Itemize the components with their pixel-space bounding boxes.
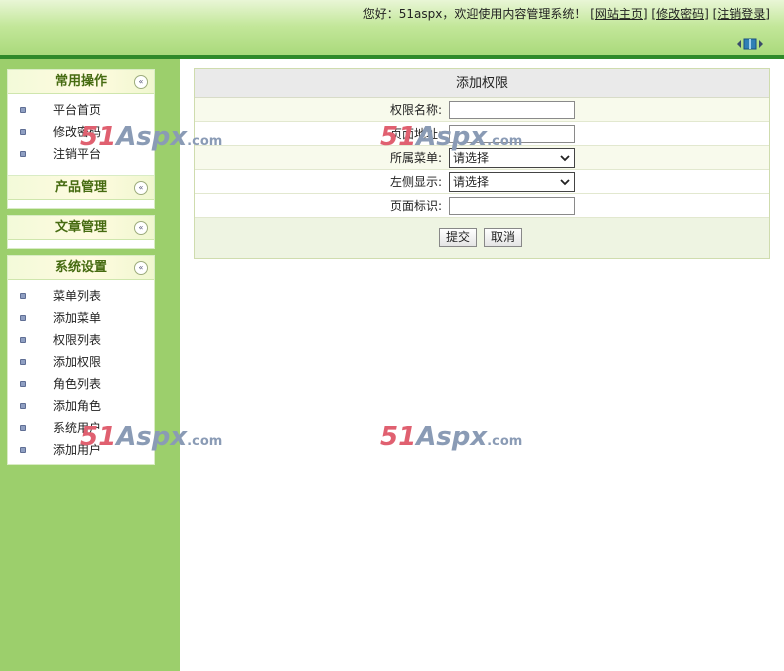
sidebar-item-role-list[interactable]: 角色列表 <box>8 373 154 395</box>
bullet-icon <box>20 425 26 431</box>
field-label: 页面地址: <box>389 127 442 141</box>
sidebar-item-add-user[interactable]: 添加用户 <box>8 439 154 461</box>
sidebar-section-products: 产品管理 « <box>7 175 155 209</box>
section-title: 产品管理 <box>54 180 107 195</box>
bullet-icon <box>20 447 26 453</box>
form-title: 添加权限 <box>195 69 769 98</box>
sidebar-section-articles: 文章管理 « <box>7 215 155 249</box>
bullet-icon <box>20 293 26 299</box>
bullet-icon <box>20 315 26 321</box>
field-label: 左侧显示: <box>389 175 442 189</box>
section-header-articles[interactable]: 文章管理 « <box>8 216 154 240</box>
form-actions: 提交 取消 <box>195 218 769 258</box>
watermark-logo: 51Aspx.com <box>380 422 523 452</box>
bullet-icon <box>20 151 26 157</box>
field-label: 所属菜单: <box>389 151 442 165</box>
section-header-system[interactable]: 系统设置 « <box>8 256 154 280</box>
collapse-icon[interactable]: « <box>134 75 148 89</box>
top-user-bar: 您好：51aspx，欢迎使用内容管理系统！ [网站主页] [修改密码] [注销登… <box>363 5 770 22</box>
select-value: 请选择 <box>453 175 490 189</box>
form-row-parent-menu: 所属菜单: 请选择 <box>195 146 769 170</box>
parent-menu-select[interactable]: 请选择 <box>449 148 575 168</box>
form-row-page-identifier: 页面标识: <box>195 194 769 218</box>
form-row-page-url: 页面地址: <box>195 122 769 146</box>
page-url-input[interactable] <box>449 125 575 143</box>
greeting-text: 您好：51aspx，欢迎使用内容管理系统！ <box>362 7 587 21</box>
collapse-icon[interactable]: « <box>134 221 148 235</box>
chevron-down-icon <box>560 179 570 186</box>
sidebar-toggle-icon[interactable] <box>737 38 763 50</box>
section-header-products[interactable]: 产品管理 « <box>8 176 154 200</box>
sidebar-section-system: 系统设置 « 菜单列表 添加菜单 权限列表 添加权限 角色列表 添加角色 系统用… <box>7 255 155 465</box>
cancel-button[interactable]: 取消 <box>484 228 523 247</box>
sidebar-item-platform-home[interactable]: 平台首页 <box>8 99 154 121</box>
bullet-icon <box>20 337 26 343</box>
site-home-link[interactable]: [网站主页] <box>590 7 647 21</box>
sidebar-section-common: 常用操作 « 平台首页 修改密码 注销平台 <box>7 69 155 187</box>
bullet-icon <box>20 403 26 409</box>
sidebar-item-add-menu[interactable]: 添加菜单 <box>8 307 154 329</box>
collapse-icon[interactable]: « <box>134 181 148 195</box>
section-title: 常用操作 <box>54 74 107 89</box>
sidebar-item-permission-list[interactable]: 权限列表 <box>8 329 154 351</box>
chevron-down-icon <box>560 155 570 162</box>
add-permission-form: 添加权限 权限名称: 页面地址: 所属菜单: 请选择 左侧显示: 请选择 页面标… <box>194 68 770 259</box>
form-row-permission-name: 权限名称: <box>195 98 769 122</box>
section-title: 系统设置 <box>54 260 107 275</box>
permission-name-input[interactable] <box>449 101 575 119</box>
change-password-link[interactable]: [修改密码] <box>651 7 708 21</box>
bullet-icon <box>20 107 26 113</box>
sidebar-item-add-role[interactable]: 添加角色 <box>8 395 154 417</box>
field-label: 权限名称: <box>389 103 442 117</box>
left-sidebar: 常用操作 « 平台首页 修改密码 注销平台 产品管理 « 文章管理 « 系统设置… <box>0 59 180 671</box>
select-value: 请选择 <box>453 151 490 165</box>
collapse-icon[interactable]: « <box>134 261 148 275</box>
page-identifier-input[interactable] <box>449 197 575 215</box>
left-display-select[interactable]: 请选择 <box>449 172 575 192</box>
sidebar-item-menu-list[interactable]: 菜单列表 <box>8 285 154 307</box>
submit-button[interactable]: 提交 <box>439 228 478 247</box>
sidebar-item-logout[interactable]: 注销平台 <box>8 143 154 165</box>
bullet-icon <box>20 381 26 387</box>
section-header-common[interactable]: 常用操作 « <box>8 70 154 94</box>
section-title: 文章管理 <box>54 220 107 235</box>
bullet-icon <box>20 359 26 365</box>
top-header: 您好：51aspx，欢迎使用内容管理系统！ [网站主页] [修改密码] [注销登… <box>0 0 784 59</box>
sidebar-item-change-password[interactable]: 修改密码 <box>8 121 154 143</box>
form-row-left-display: 左侧显示: 请选择 <box>195 170 769 194</box>
logout-link[interactable]: [注销登录] <box>713 7 770 21</box>
sidebar-item-system-users[interactable]: 系统用户 <box>8 417 154 439</box>
bullet-icon <box>20 129 26 135</box>
field-label: 页面标识: <box>389 199 442 213</box>
sidebar-item-add-permission[interactable]: 添加权限 <box>8 351 154 373</box>
